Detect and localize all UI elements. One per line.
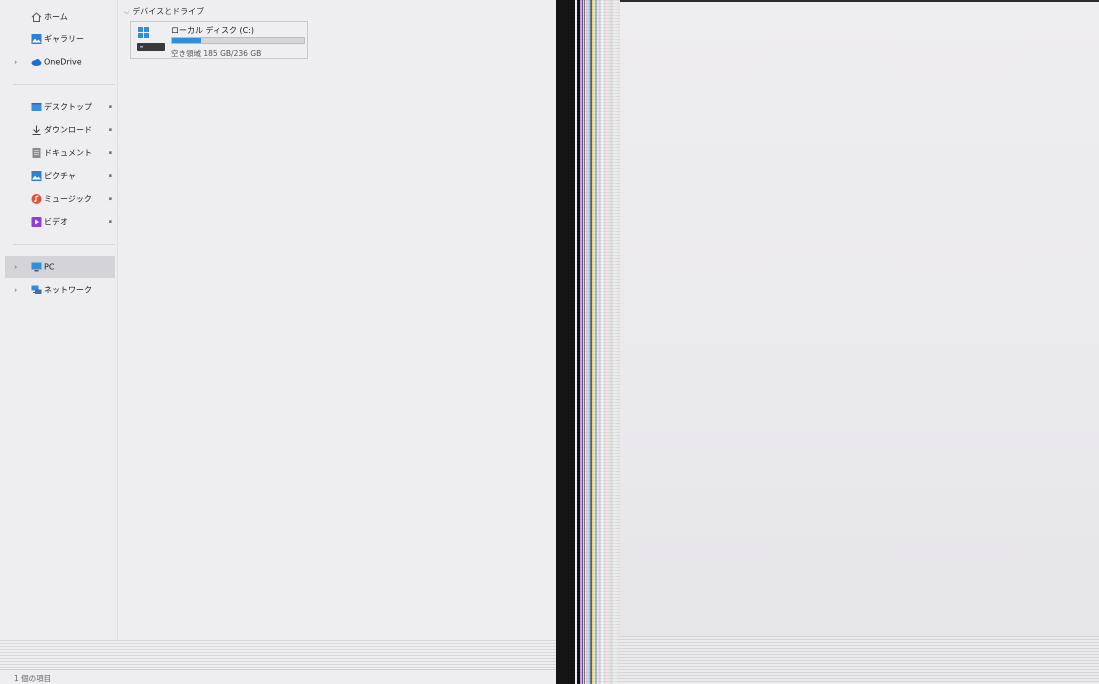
display-artifact-lines bbox=[620, 636, 1099, 684]
chevron-right-icon[interactable]: › bbox=[14, 263, 17, 272]
desktop-icon bbox=[31, 102, 42, 113]
nav-item-label: ピクチャ bbox=[44, 171, 76, 181]
gallery-icon bbox=[31, 34, 42, 45]
drive-tile-c[interactable]: ローカル ディスク (C:) 空き領域 185 GB/236 GB bbox=[130, 21, 308, 59]
group-header-label: デバイスとドライブ bbox=[132, 7, 205, 16]
nav-item-pc[interactable]: › PC bbox=[5, 256, 115, 278]
nav-item-label: ミュージック bbox=[44, 194, 92, 204]
nav-item-label: ドキュメント bbox=[44, 148, 92, 158]
nav-item-label: デスクトップ bbox=[44, 102, 92, 112]
nav-item-documents[interactable]: ドキュメント ✦ bbox=[5, 142, 115, 164]
nav-item-label: PC bbox=[44, 262, 55, 272]
nav-item-desktop[interactable]: デスクトップ ✦ bbox=[5, 96, 115, 118]
pictures-icon bbox=[31, 171, 42, 182]
nav-item-gallery[interactable]: ギャラリー bbox=[5, 28, 115, 50]
home-icon bbox=[31, 12, 42, 23]
pin-icon[interactable]: ✦ bbox=[105, 194, 115, 204]
nav-item-label: ギャラリー bbox=[44, 34, 84, 44]
nav-item-music[interactable]: ミュージック ✦ bbox=[5, 188, 115, 210]
nav-item-home[interactable]: ホーム bbox=[5, 6, 115, 28]
top-edge bbox=[620, 0, 1099, 2]
chevron-right-icon[interactable]: › bbox=[14, 286, 17, 295]
drive-usage-bar bbox=[171, 37, 305, 44]
pc-icon bbox=[31, 262, 42, 273]
pin-icon[interactable]: ✦ bbox=[105, 102, 115, 112]
drive-free-space: 空き領域 185 GB/236 GB bbox=[171, 49, 262, 58]
pin-icon[interactable]: ✦ bbox=[105, 125, 115, 135]
nav-item-pictures[interactable]: ピクチャ ✦ bbox=[5, 165, 115, 187]
document-icon bbox=[31, 148, 42, 159]
nav-item-label: ネットワーク bbox=[44, 285, 92, 295]
nav-item-onedrive[interactable]: › OneDrive bbox=[5, 51, 115, 73]
nav-item-label: ダウンロード bbox=[44, 125, 92, 135]
nav-item-network[interactable]: › ネットワーク bbox=[5, 279, 115, 301]
chevron-down-icon[interactable]: ⌵ bbox=[124, 8, 129, 16]
content-pane: ⌵ デバイスとドライブ ローカル ディスク (C:) 空き領域 185 GB/23… bbox=[118, 0, 556, 640]
pin-icon[interactable]: ✦ bbox=[105, 148, 115, 158]
cloud-icon bbox=[31, 57, 42, 68]
network-icon bbox=[31, 285, 42, 296]
nav-item-label: OneDrive bbox=[44, 57, 82, 67]
nav-divider bbox=[13, 244, 115, 245]
nav-item-label: ホーム bbox=[44, 12, 68, 22]
nav-item-downloads[interactable]: ダウンロード ✦ bbox=[5, 119, 115, 141]
file-explorer-window: ホーム ギャラリー › OneDrive デスクトップ ✦ ダウンロード ✦ ド… bbox=[0, 0, 556, 684]
group-header[interactable]: ⌵ デバイスとドライブ bbox=[124, 6, 204, 17]
chevron-right-icon[interactable]: › bbox=[14, 58, 17, 67]
music-icon bbox=[31, 194, 42, 205]
blank-panel bbox=[620, 0, 1099, 684]
status-item-count: 1 個の項目 bbox=[14, 674, 52, 683]
display-glitch-band bbox=[556, 0, 620, 684]
nav-divider bbox=[13, 84, 115, 85]
status-bar: 1 個の項目 bbox=[0, 669, 556, 684]
drive-name: ローカル ディスク (C:) bbox=[171, 26, 255, 35]
pin-icon[interactable]: ✦ bbox=[105, 171, 115, 181]
nav-item-label: ビデオ bbox=[44, 217, 68, 227]
drive-windows-icon bbox=[135, 25, 167, 55]
navigation-pane: ホーム ギャラリー › OneDrive デスクトップ ✦ ダウンロード ✦ ド… bbox=[5, 0, 118, 640]
download-icon bbox=[31, 125, 42, 136]
drive-usage-fill bbox=[172, 38, 201, 43]
pin-icon[interactable]: ✦ bbox=[105, 217, 115, 227]
nav-item-videos[interactable]: ビデオ ✦ bbox=[5, 211, 115, 233]
video-icon bbox=[31, 217, 42, 228]
